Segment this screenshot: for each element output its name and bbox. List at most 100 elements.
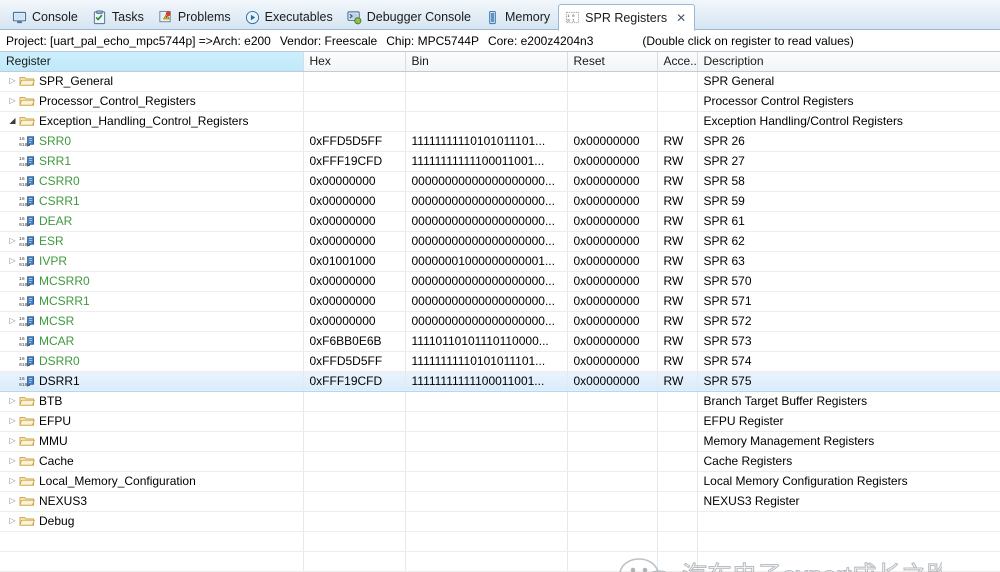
tab-close-icon[interactable]: ✕ bbox=[676, 12, 686, 24]
tab-problems[interactable]: Problems bbox=[152, 4, 239, 30]
cell-reset: 0x00000000 bbox=[567, 331, 657, 351]
tasks-icon bbox=[92, 10, 107, 25]
tab-debugger-console[interactable]: Debugger Console bbox=[341, 4, 479, 30]
expand-arrow-collapsed-icon[interactable]: ▷ bbox=[6, 397, 19, 405]
cell-access: RW bbox=[657, 251, 697, 271]
register-name-cell[interactable]: 160101MCSRR1 bbox=[0, 291, 303, 311]
table-row[interactable]: 160101DSRR10xFFF19CFD1111111111110001100… bbox=[0, 371, 1000, 391]
register-name-cell[interactable]: ▷160101MCSR bbox=[0, 311, 303, 331]
column-header-hex[interactable]: Hex bbox=[303, 52, 405, 71]
register-name-cell[interactable]: 160101SRR0 bbox=[0, 131, 303, 151]
table-row[interactable]: ▷SPR_GeneralSPR General bbox=[0, 71, 1000, 91]
spr-registers-table-container[interactable]: RegisterHexBinResetAcce...Description ▷S… bbox=[0, 51, 1000, 572]
table-row[interactable]: 160101CSRR00x000000000000000000000000000… bbox=[0, 171, 1000, 191]
register-name-cell[interactable]: ▷BTB bbox=[0, 391, 303, 411]
table-row[interactable]: 160101SRR00xFFD5D5FF11111111110101011101… bbox=[0, 131, 1000, 151]
cell-access: RW bbox=[657, 291, 697, 311]
expand-arrow-collapsed-icon[interactable]: ▷ bbox=[6, 257, 19, 265]
empty-row bbox=[0, 531, 1000, 551]
empty-cell bbox=[405, 531, 567, 551]
expand-arrow-collapsed-icon[interactable]: ▷ bbox=[6, 237, 19, 245]
cell-bin: 00000000000000000000... bbox=[405, 171, 567, 191]
expand-arrow-collapsed-icon[interactable]: ▷ bbox=[6, 417, 19, 425]
cell-access: RW bbox=[657, 331, 697, 351]
register-name: DEAR bbox=[39, 214, 72, 228]
cell-description: SPR 574 bbox=[697, 351, 1000, 371]
expand-arrow-collapsed-icon[interactable]: ▷ bbox=[6, 77, 19, 85]
tab-memory[interactable]: Memory bbox=[479, 4, 558, 30]
register-name-cell[interactable]: ▷160101ESR bbox=[0, 231, 303, 251]
column-header-bin[interactable]: Bin bbox=[405, 52, 567, 71]
register-name-cell[interactable]: 160101DEAR bbox=[0, 211, 303, 231]
register-name-cell[interactable]: ▷Cache bbox=[0, 451, 303, 471]
register-name-cell[interactable]: ▷NEXUS3 bbox=[0, 491, 303, 511]
table-row[interactable]: 160101MCSRR10x00000000000000000000000000… bbox=[0, 291, 1000, 311]
table-row[interactable]: ▷NEXUS3NEXUS3 Register bbox=[0, 491, 1000, 511]
register-name-cell[interactable]: ▷Local_Memory_Configuration bbox=[0, 471, 303, 491]
register-name-cell[interactable]: ▷SPR_General bbox=[0, 71, 303, 91]
register-name-cell[interactable]: ▷Processor_Control_Registers bbox=[0, 91, 303, 111]
column-header-reset[interactable]: Reset bbox=[567, 52, 657, 71]
table-row[interactable]: 160101MCSRR00x00000000000000000000000000… bbox=[0, 271, 1000, 291]
table-row[interactable]: ◢Exception_Handling_Control_RegistersExc… bbox=[0, 111, 1000, 131]
register-name-cell[interactable]: 160101MCAR bbox=[0, 331, 303, 351]
register-name-cell[interactable]: ▷160101IVPR bbox=[0, 251, 303, 271]
register-name-cell[interactable]: 160101DSRR1 bbox=[0, 371, 303, 391]
cell-bin bbox=[405, 91, 567, 111]
register-name-cell[interactable]: 160101DSRR0 bbox=[0, 351, 303, 371]
tab-spr-registers[interactable]: 1 00 1SPR Registers✕ bbox=[558, 4, 695, 31]
table-row[interactable]: ▷BTBBranch Target Buffer Registers bbox=[0, 391, 1000, 411]
table-row[interactable]: 160101SRR10xFFF19CFD11111111111100011001… bbox=[0, 151, 1000, 171]
cell-hex bbox=[303, 391, 405, 411]
register-name: MCAR bbox=[39, 334, 74, 348]
folder-icon bbox=[19, 494, 36, 508]
expand-arrow-collapsed-icon[interactable]: ▷ bbox=[6, 317, 19, 325]
register-name-cell[interactable]: 160101SRR1 bbox=[0, 151, 303, 171]
expand-arrow-collapsed-icon[interactable]: ▷ bbox=[6, 97, 19, 105]
tab-executables[interactable]: Executables bbox=[239, 4, 341, 30]
empty-cell bbox=[697, 551, 1000, 571]
cell-description: SPR 570 bbox=[697, 271, 1000, 291]
debugger-console-icon bbox=[347, 10, 362, 25]
register-name-cell[interactable]: ▷MMU bbox=[0, 431, 303, 451]
table-row[interactable]: ▷ Debug bbox=[0, 511, 1000, 531]
column-header-description[interactable]: Description bbox=[697, 52, 1000, 71]
cell-description: SPR 575 bbox=[697, 371, 1000, 391]
table-row[interactable]: 160101CSRR10x000000000000000000000000000… bbox=[0, 191, 1000, 211]
register-name-cell[interactable]: 160101MCSRR0 bbox=[0, 271, 303, 291]
table-row[interactable]: 160101MCAR0xF6BB0E6B11110110101110110000… bbox=[0, 331, 1000, 351]
expand-arrow-collapsed-icon[interactable]: ▷ bbox=[6, 437, 19, 445]
problems-icon bbox=[158, 10, 173, 25]
tab-console[interactable]: Console bbox=[6, 4, 86, 30]
cell-bin: 11110110101110110000... bbox=[405, 331, 567, 351]
folder-icon bbox=[19, 414, 36, 428]
expand-arrow-expanded-icon[interactable]: ◢ bbox=[6, 117, 19, 125]
register-name-cell[interactable]: 160101CSRR0 bbox=[0, 171, 303, 191]
register-name-cell[interactable]: ◢Exception_Handling_Control_Registers bbox=[0, 111, 303, 131]
cell-description: SPR 59 bbox=[697, 191, 1000, 211]
table-row[interactable]: ▷Local_Memory_ConfigurationLocal Memory … bbox=[0, 471, 1000, 491]
register-name: Debug bbox=[39, 514, 74, 528]
table-row[interactable]: 160101DEAR0x0000000000000000000000000000… bbox=[0, 211, 1000, 231]
expand-arrow-collapsed-icon[interactable]: ▷ bbox=[6, 457, 19, 465]
cell-bin: 11111111111100011001... bbox=[405, 151, 567, 171]
table-row[interactable]: ▷160101MCSR0x000000000000000000000000000… bbox=[0, 311, 1000, 331]
tab-tasks[interactable]: Tasks bbox=[86, 4, 152, 30]
column-header-register[interactable]: Register bbox=[0, 52, 303, 71]
column-header-access[interactable]: Acce... bbox=[657, 52, 697, 71]
register-name-cell[interactable]: ▷EFPU bbox=[0, 411, 303, 431]
register-name-cell[interactable]: 160101CSRR1 bbox=[0, 191, 303, 211]
table-row[interactable]: ▷160101ESR0x0000000000000000000000000000… bbox=[0, 231, 1000, 251]
table-row[interactable]: ▷Processor_Control_RegistersProcessor Co… bbox=[0, 91, 1000, 111]
expand-arrow-collapsed-icon[interactable]: ▷ bbox=[6, 477, 19, 485]
expand-arrow-collapsed-icon[interactable]: ▷ bbox=[6, 497, 19, 505]
register-name-cell[interactable]: ▷ Debug bbox=[0, 511, 303, 531]
table-row[interactable]: ▷160101IVPR0x010010000000000100000000000… bbox=[0, 251, 1000, 271]
tab-label: Debugger Console bbox=[367, 10, 471, 24]
table-row[interactable]: ▷MMUMemory Management Registers bbox=[0, 431, 1000, 451]
table-row[interactable]: ▷EFPUEFPU Register bbox=[0, 411, 1000, 431]
expand-arrow-collapsed-icon[interactable]: ▷ bbox=[6, 517, 19, 525]
info-project: Project: [uart_pal_echo_mpc5744p] =>Arch… bbox=[6, 34, 271, 48]
table-row[interactable]: ▷CacheCache Registers bbox=[0, 451, 1000, 471]
table-row[interactable]: 160101DSRR00xFFD5D5FF1111111111010101110… bbox=[0, 351, 1000, 371]
